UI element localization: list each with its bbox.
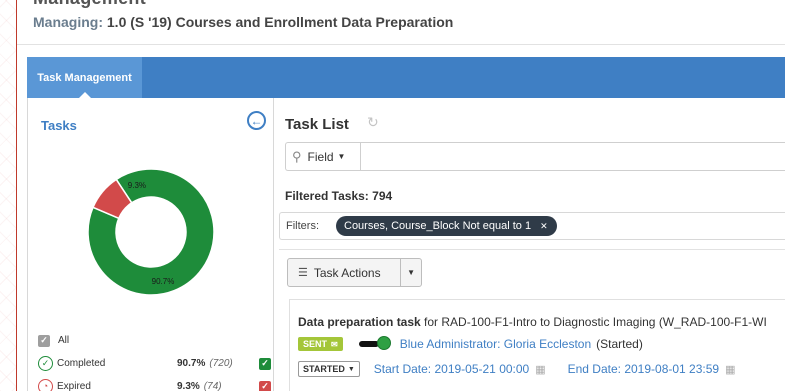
legend-completed-stats: 90.7% (720) <box>177 358 233 369</box>
task-list-panel: Task List ↻ ⚲ Field ▼ Filtered Tasks: 79… <box>274 98 785 391</box>
field-dropdown-button[interactable]: ⚲ Field ▼ <box>286 143 361 170</box>
toggle-knob <box>376 336 391 350</box>
task-actions-button[interactable]: ☰ Task Actions ▼ <box>287 258 422 287</box>
calendar-icon[interactable]: ▦ <box>535 363 545 376</box>
tab-task-management[interactable]: Task Management <box>27 57 142 98</box>
sent-label: SENT <box>303 339 328 349</box>
filter-chip-label: Courses, Course_Block Not equal to 1 <box>344 220 532 232</box>
list-icon: ☰ <box>298 267 308 279</box>
task-list-title: Task List <box>285 116 349 133</box>
chevron-down-icon: ▼ <box>347 365 355 373</box>
task-actions-dropdown[interactable]: ▼ <box>400 259 421 286</box>
status-dropdown-label: STARTED <box>303 364 345 374</box>
legend-completed-pct: 90.7% <box>177 358 206 369</box>
task-dates-line: STARTED ▼ Start Date: 2019-05-21 00:00 ▦… <box>298 360 735 378</box>
checkbox-all[interactable]: ✓ <box>38 334 50 347</box>
legend-completed-count: (720) <box>209 358 233 369</box>
filtered-tasks: Filtered Tasks: 794 <box>285 189 392 203</box>
donut-label-completed: 90.7% <box>152 277 175 286</box>
legend-expired-label: Expired <box>57 381 91 391</box>
field-label: Field <box>307 149 334 164</box>
section-divider <box>279 249 785 250</box>
legend-row-completed[interactable]: ✓ Completed 90.7% (720) ✓ <box>38 352 273 375</box>
status-dropdown-button[interactable]: STARTED ▼ <box>298 361 360 377</box>
search-bar[interactable]: ⚲ Field ▼ <box>285 142 785 171</box>
nav-bar: Task Management <box>27 57 785 98</box>
managing-header: Managing: 1.0 (S '19) Courses and Enroll… <box>33 14 453 30</box>
toggle-track <box>358 341 379 347</box>
task-status-line: SENT ✉ Blue Administrator: Gloria Eccles… <box>298 336 643 352</box>
task-actions-label: Task Actions <box>313 265 381 280</box>
legend-row-expired[interactable]: ◔ Expired 9.3% (74) ✓ <box>38 375 273 391</box>
app-title: Management <box>33 0 146 9</box>
legend-expired-pct: 9.3% <box>177 381 200 391</box>
filtered-tasks-count: 794 <box>372 189 393 203</box>
circle-arrow-left-icon[interactable]: ← <box>247 111 266 130</box>
envelope-icon: ✉ <box>331 339 338 349</box>
checkbox-completed[interactable]: ✓ <box>259 357 271 370</box>
close-icon[interactable]: ✕ <box>540 221 548 232</box>
filter-chip[interactable]: Courses, Course_Block Not equal to 1 ✕ <box>336 216 557 236</box>
legend-all-label: All <box>58 335 70 346</box>
task-actions-main[interactable]: ☰ Task Actions <box>288 259 400 286</box>
checkbox-expired[interactable]: ✓ <box>259 380 271 391</box>
start-date[interactable]: Start Date: 2019-05-21 00:00 <box>374 362 529 376</box>
sent-badge: SENT ✉ <box>298 337 343 351</box>
filters-label: Filters: <box>286 220 319 232</box>
task-description: for RAD-100-F1-Intro to Diagnostic Imagi… <box>420 315 767 329</box>
clock-icon: ◔ <box>38 379 53 391</box>
tasks-panel: Tasks ← 90.7% 9.3% ✓ All ✓ Completed 90.7… <box>27 98 274 391</box>
check-circle-icon: ✓ <box>38 356 53 371</box>
chart-legend: ✓ All ✓ Completed 90.7% (720) ✓ ◔ Expired… <box>38 329 273 391</box>
legend-completed-label: Completed <box>57 358 106 369</box>
assignee-link[interactable]: Blue Administrator: Gloria Eccleston <box>400 337 591 351</box>
filters-bar: Filters: Courses, Course_Block Not equal… <box>279 212 785 240</box>
calendar-icon[interactable]: ▦ <box>725 363 735 376</box>
managing-value: 1.0 (S '19) Courses and Enrollment Data … <box>106 14 454 30</box>
task-item: Data preparation task for RAD-100-F1-Int… <box>289 299 785 391</box>
refresh-icon[interactable]: ↻ <box>367 114 379 131</box>
task-toggle[interactable] <box>358 336 391 350</box>
search-icon: ⚲ <box>292 148 302 164</box>
tasks-title: Tasks <box>41 118 77 133</box>
task-status-text: (Started) <box>596 337 643 351</box>
task-title: Data preparation task for RAD-100-F1-Int… <box>298 315 767 329</box>
legend-expired-stats: 9.3% (74) <box>177 381 222 391</box>
header-divider <box>17 44 785 45</box>
tasks-donut-chart: 90.7% 9.3% <box>87 168 215 296</box>
managing-label: Managing: <box>33 14 103 30</box>
legend-expired-count: (74) <box>203 381 222 391</box>
end-date[interactable]: End Date: 2019-08-01 23:59 <box>568 362 719 376</box>
legend-row-all[interactable]: ✓ All <box>38 329 273 352</box>
chevron-down-icon: ▼ <box>337 152 346 161</box>
filtered-tasks-label: Filtered Tasks: <box>285 189 369 203</box>
task-type: Data preparation task <box>298 315 421 329</box>
donut-label-expired: 9.3% <box>128 181 146 190</box>
chevron-down-icon: ▼ <box>407 268 416 277</box>
